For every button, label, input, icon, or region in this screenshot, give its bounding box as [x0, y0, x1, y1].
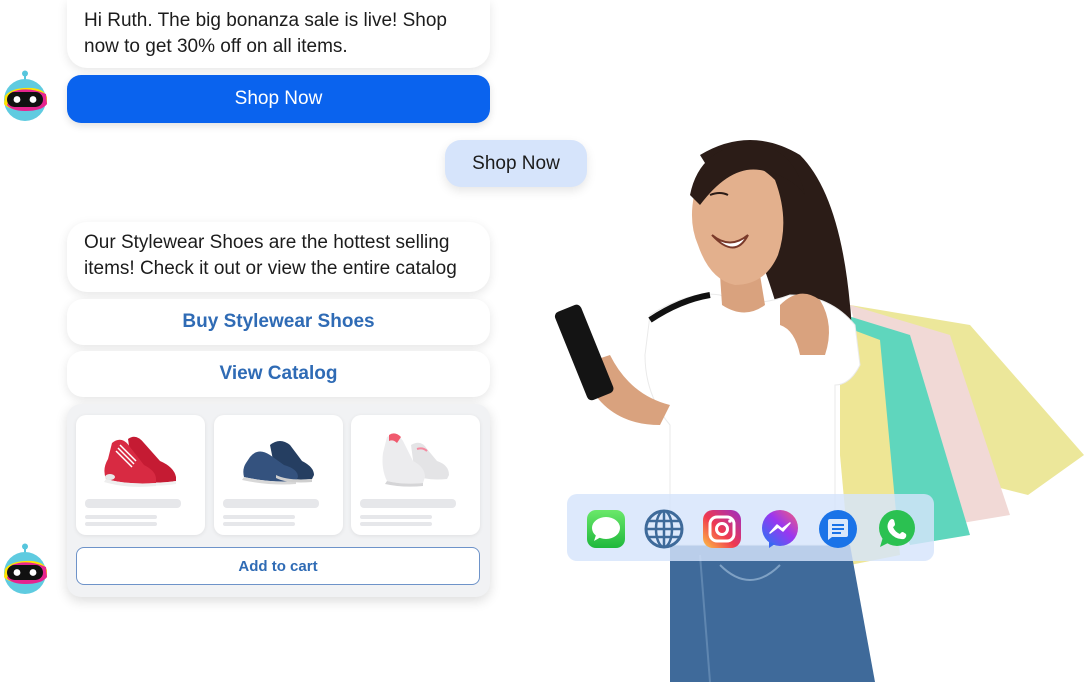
- product-detail-placeholder: [85, 515, 157, 519]
- bot-message-line: Our Stylewear Shoes are the hottest sell…: [84, 232, 450, 253]
- product-detail-placeholder: [360, 515, 432, 519]
- web-globe-icon: [644, 509, 684, 549]
- view-catalog-button[interactable]: View Catalog: [67, 351, 490, 397]
- buy-stylewear-shoes-button[interactable]: Buy Stylewear Shoes: [67, 299, 490, 345]
- channel-web[interactable]: [644, 509, 684, 549]
- product-title-placeholder: [360, 499, 456, 508]
- imessage-icon: [587, 510, 625, 548]
- channel-messenger[interactable]: [760, 509, 800, 549]
- woman-shopping-illustration: [554, 140, 1084, 682]
- bot-avatar: [2, 543, 48, 595]
- channel-rcs-messages[interactable]: [818, 509, 858, 549]
- user-reply-text: Shop Now: [472, 152, 560, 174]
- channel-imessage[interactable]: [586, 509, 626, 549]
- add-to-cart-button[interactable]: Add to cart: [76, 547, 480, 585]
- red-sneaker-image: [104, 436, 176, 487]
- robot-icon: [4, 70, 47, 121]
- shop-now-button[interactable]: Shop Now: [67, 75, 490, 123]
- bot-message-line: items! Check it out or view the entire c…: [84, 258, 457, 279]
- product-detail-placeholder: [85, 522, 157, 526]
- bot-message-line: Hi Ruth. The big bonanza sale is live! S…: [84, 10, 447, 31]
- product-title-placeholder: [85, 499, 181, 508]
- bot-avatar: [2, 70, 48, 122]
- messenger-icon: [762, 510, 798, 548]
- bot-message-bubble: Hi Ruth. The big bonanza sale is live! S…: [67, 0, 490, 68]
- messaging-channels-bar: [567, 494, 934, 561]
- product-detail-placeholder: [360, 522, 432, 526]
- bot-message-bubble: Our Stylewear Shoes are the hottest sell…: [67, 222, 490, 292]
- product-carousel: Add to cart: [67, 404, 490, 597]
- white-sneaker-image: [382, 433, 449, 487]
- product-card-white-sneakers[interactable]: [351, 415, 480, 535]
- product-card-red-sneakers[interactable]: [76, 415, 205, 535]
- rcs-messages-icon: [819, 510, 857, 548]
- whatsapp-icon: [879, 510, 915, 547]
- channel-instagram[interactable]: [702, 509, 742, 549]
- navy-oxford-image: [242, 441, 314, 485]
- instagram-icon: [703, 510, 741, 548]
- product-title-placeholder: [223, 499, 319, 508]
- product-detail-placeholder: [223, 522, 295, 526]
- bot-message-line: now to get 30% off on all items.: [84, 36, 348, 57]
- robot-icon: [4, 543, 47, 594]
- product-detail-placeholder: [223, 515, 295, 519]
- product-card-navy-oxfords[interactable]: [214, 415, 343, 535]
- channel-whatsapp[interactable]: [876, 509, 916, 549]
